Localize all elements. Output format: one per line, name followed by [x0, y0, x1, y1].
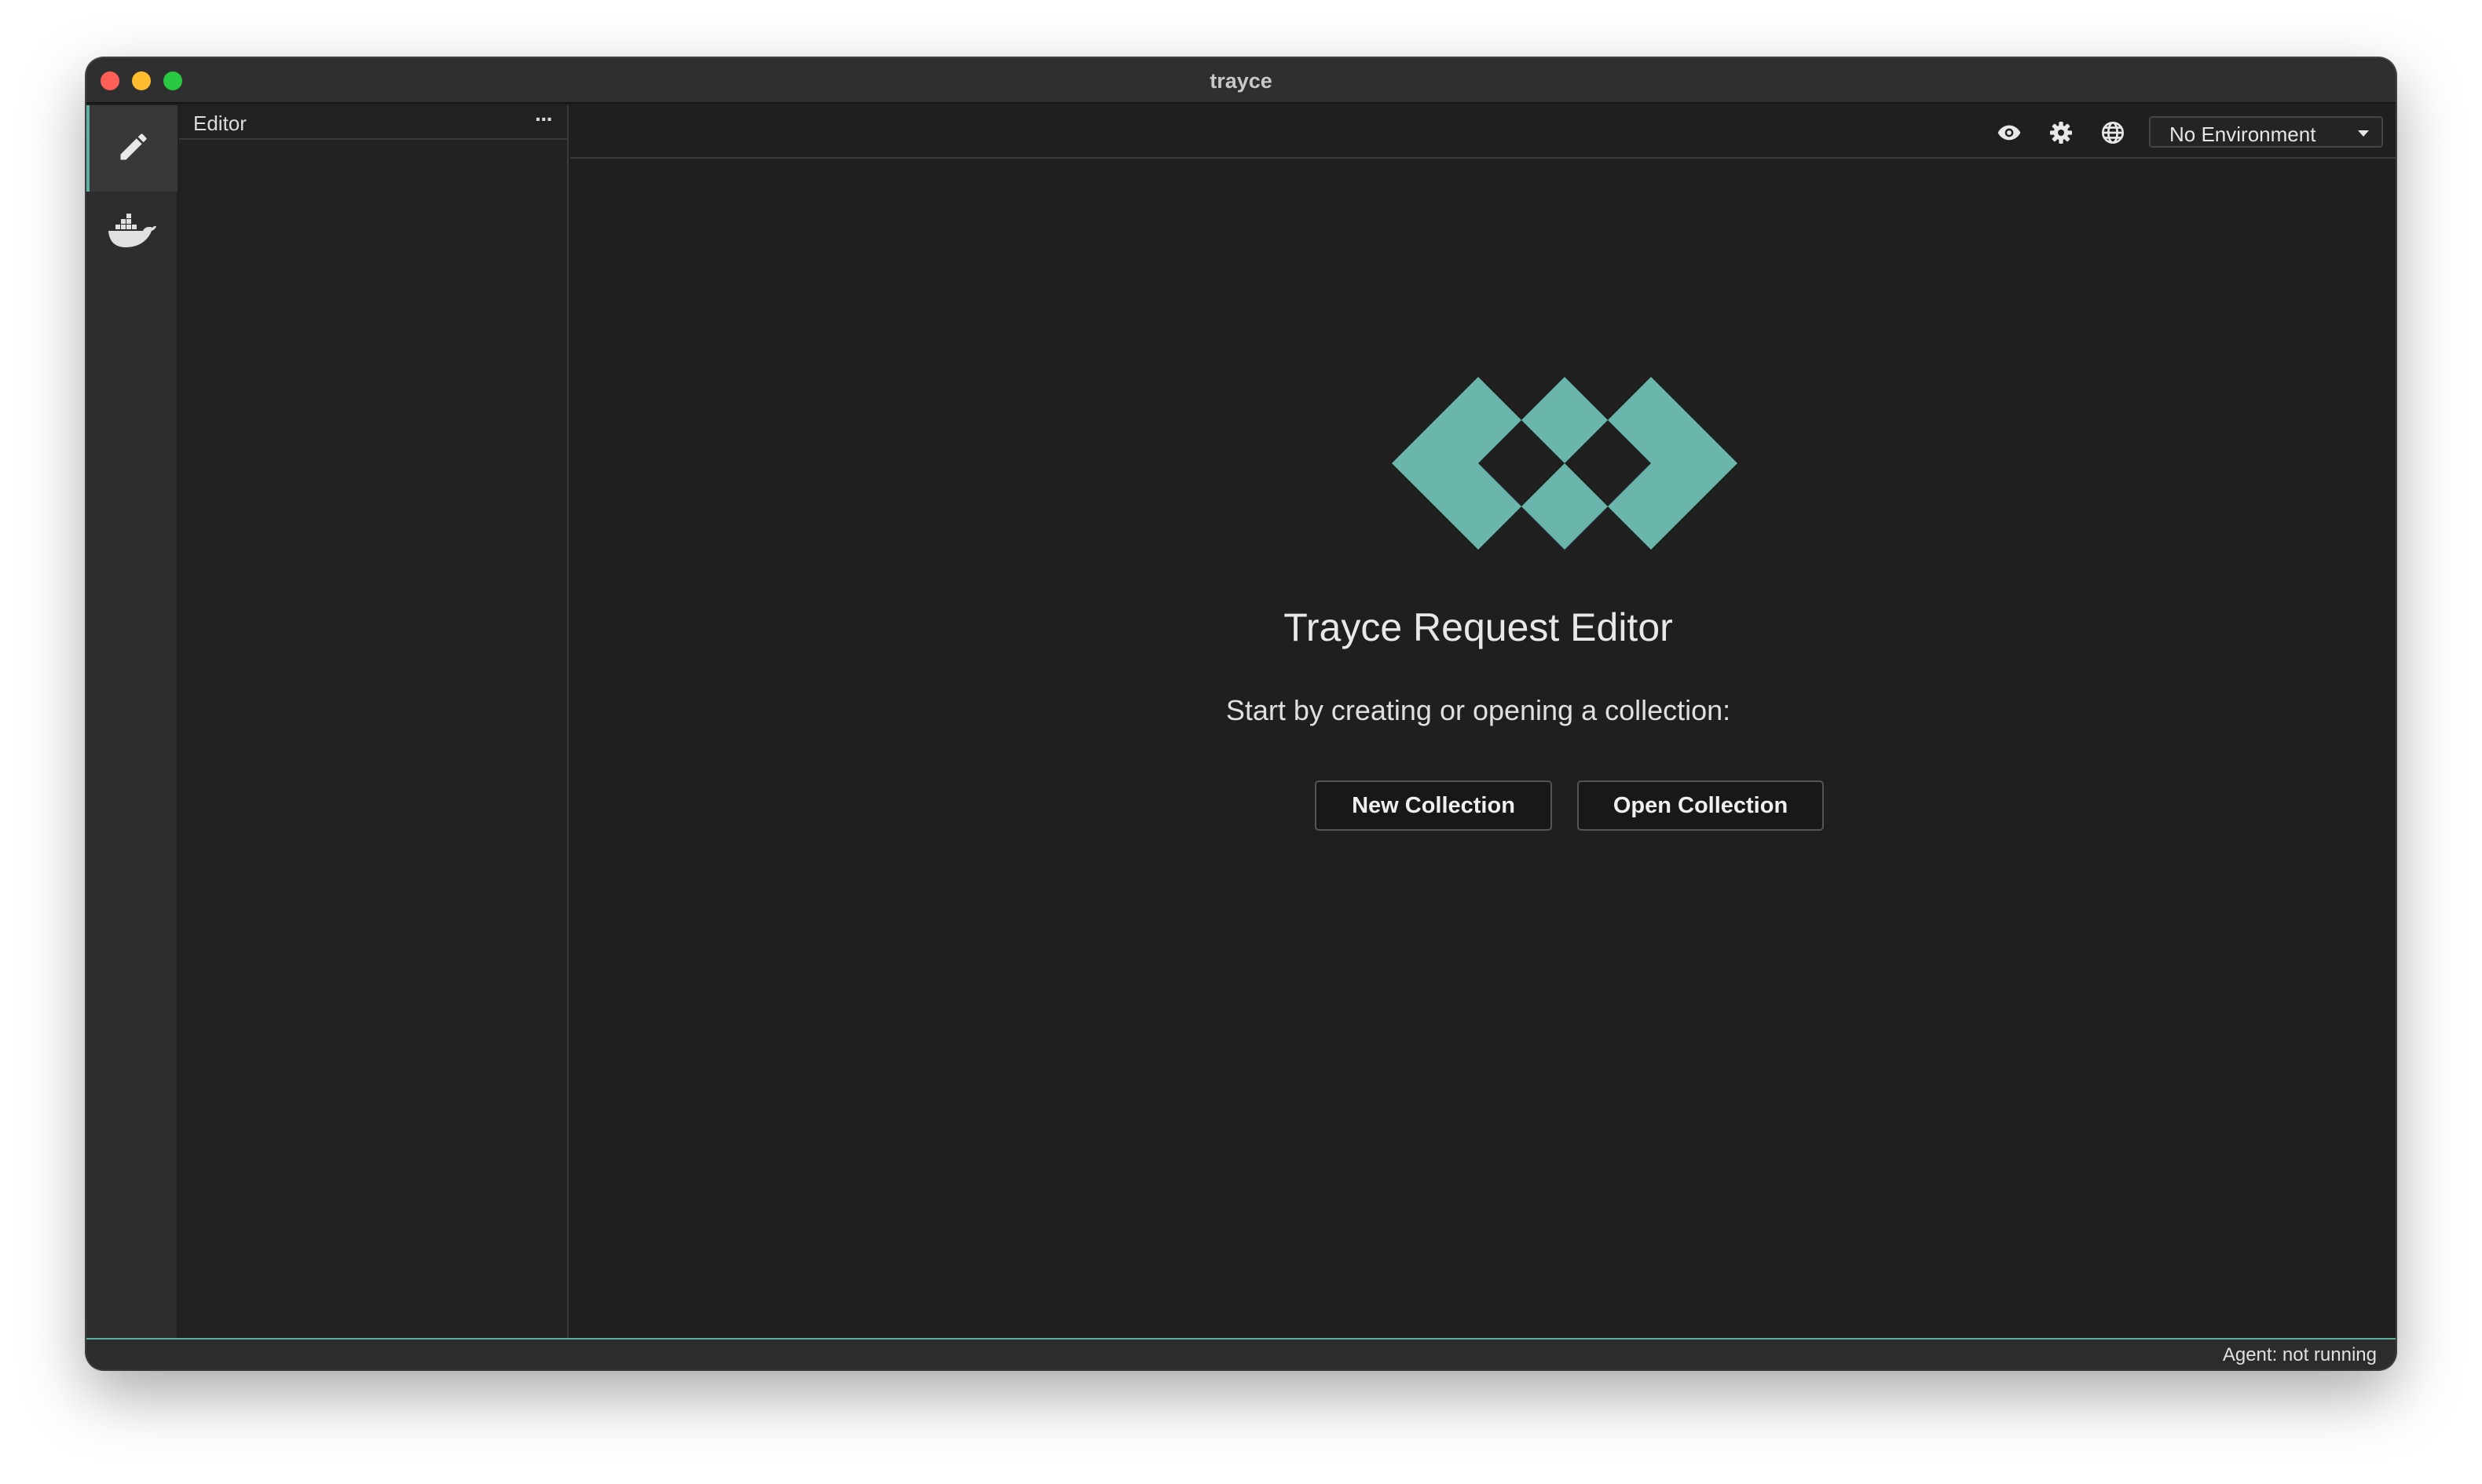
- environment-select-value: No Environment: [2169, 122, 2316, 146]
- activity-bar: [86, 105, 178, 1338]
- agent-status: Agent: not running: [2222, 1344, 2377, 1365]
- docker-icon: [107, 213, 157, 258]
- window-title: trayce: [1210, 69, 1272, 93]
- gear-icon[interactable]: [2046, 118, 2076, 148]
- page-title: Trayce Request Editor: [1283, 605, 1673, 649]
- title-bar: trayce: [86, 58, 2396, 104]
- main-panel: No Environment Trayce Request Editor Sta…: [570, 105, 2396, 1338]
- status-bar: Agent: not running: [86, 1338, 2396, 1369]
- eye-icon[interactable]: [1994, 118, 2024, 148]
- new-collection-button[interactable]: New Collection: [1315, 780, 1552, 831]
- sidebar-title: Editor: [193, 111, 247, 135]
- chevron-down-icon: [2358, 130, 2369, 137]
- pencil-icon: [116, 130, 151, 168]
- activity-item-editor[interactable]: [86, 105, 178, 192]
- more-options-button[interactable]: ···: [528, 107, 559, 132]
- sidebar-header: Editor ···: [179, 105, 567, 140]
- sidebar: Editor ···: [179, 105, 569, 1338]
- globe-icon[interactable]: [2098, 118, 2128, 148]
- trayce-logo: [1392, 377, 1737, 554]
- page-subtitle: Start by creating or opening a collectio…: [1225, 694, 1731, 726]
- environment-select[interactable]: No Environment: [2149, 116, 2383, 148]
- activity-item-docker[interactable]: [86, 192, 178, 278]
- app-window: trayce Editor ··· No Environment Trayce …: [86, 58, 2396, 1369]
- toolbar: No Environment: [570, 105, 2396, 159]
- open-collection-button[interactable]: Open Collection: [1577, 780, 1824, 831]
